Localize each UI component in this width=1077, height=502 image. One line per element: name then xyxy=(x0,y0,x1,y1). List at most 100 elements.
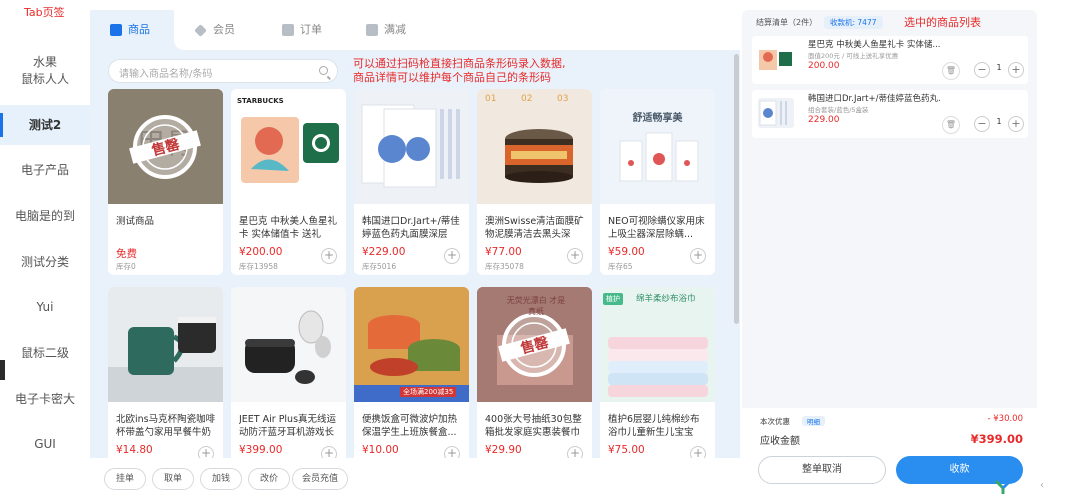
promo-badge: 全场满200减35 xyxy=(400,387,457,397)
svg-text:02: 02 xyxy=(521,94,532,104)
product-card[interactable]: 舒适畅享美 NEO可视除螨仪家用床上吸尘器深层除螨... ¥59.00 库存65… xyxy=(600,89,715,275)
product-name: NEO可视除螨仪家用床上吸尘器深层除螨... xyxy=(608,216,705,240)
sidebar-marker xyxy=(0,360,5,380)
hold-order-button[interactable]: 挂单 xyxy=(104,468,146,490)
product-image: 甲骨 售罄 xyxy=(108,89,223,204)
search-input[interactable]: 请输入商品名称/条码 xyxy=(108,59,338,83)
brand-label: STARBUCKS xyxy=(237,97,284,105)
product-card[interactable]: 全场满200减35 便携饭盒可微波炉加热保温学生上班族餐盒... ¥10.00 … xyxy=(354,287,469,473)
discount-label: 本次优惠 xyxy=(760,417,790,426)
cart-panel: 结算清单（2件） 收款机: 7477 选中的商品列表 星巴克 中秋美人鱼星礼卡 … xyxy=(742,10,1037,502)
category-item[interactable]: GUI xyxy=(0,424,90,464)
product-image: STARBUCKS xyxy=(231,89,346,204)
cart-item[interactable]: 韩国进口Dr.Jart+/蒂佳婷蓝色药丸... 组合套装/蓝色/5盒装 229.… xyxy=(752,90,1028,138)
product-price: ¥399.00 xyxy=(239,444,283,456)
tab-discount[interactable]: 满减 xyxy=(366,10,446,50)
tab-label: 满减 xyxy=(384,23,406,36)
cancel-order-button[interactable]: 整单取消 xyxy=(758,456,886,484)
product-card[interactable]: 无荧光漂白 才是真纸 售罄 400张大号抽纸30包整箱批发家庭实惠装餐巾纸家..… xyxy=(477,287,592,473)
product-price: 免费 xyxy=(116,248,137,260)
product-stock: 库存5016 xyxy=(362,262,397,271)
product-card[interactable]: STARBUCKS 星巴克 中秋美人鱼星礼卡 实体储值卡 送礼礼... ¥200… xyxy=(231,89,346,275)
add-to-cart-button[interactable]: + xyxy=(690,248,706,264)
product-card[interactable]: 01 02 03 澳洲Swisse清洁面膜矿物泥膜清洁去黑头深层... ¥77.… xyxy=(477,89,592,275)
cart-item-sub: 组合套装/蓝色/5盒装 xyxy=(808,106,869,114)
scan-note: 可以通过扫码枪直接扫商品条形码录入数据, 商品详情可以维护每个商品自己的条形码 xyxy=(353,57,566,85)
cart-item[interactable]: 星巴克 中秋美人鱼星礼卡 实体储... 面值200元 / 可线上送礼享优惠 20… xyxy=(752,36,1028,84)
product-name: 400张大号抽纸30包整箱批发家庭实惠装餐巾纸家... xyxy=(485,414,582,438)
cart-item-price: 229.00 xyxy=(808,115,840,125)
tab-products[interactable]: 商品 xyxy=(90,10,174,50)
product-price: ¥59.00 xyxy=(608,246,645,258)
cart-item-image xyxy=(758,98,794,128)
category-item-active[interactable]: 测试2 xyxy=(0,105,90,145)
product-card[interactable]: 甲骨 售罄 测试商品 免费 库存0 xyxy=(108,89,223,275)
product-price: ¥29.90 xyxy=(485,444,522,456)
product-image: 舒适畅享美 xyxy=(600,89,715,204)
action-bar: 挂单 取单 加钱 改价 会员充值 xyxy=(90,458,740,502)
product-price: ¥75.00 xyxy=(608,444,645,456)
decrease-qty-button[interactable]: − xyxy=(974,62,990,78)
cart-item-qty: 1 xyxy=(996,63,1002,72)
product-name: 韩国进口Dr.Jart+/蒂佳婷蓝色药丸面膜深层补... xyxy=(362,216,460,240)
add-to-cart-button[interactable]: + xyxy=(444,248,460,264)
category-item[interactable]: 电脑是的到 xyxy=(0,196,90,236)
decrease-qty-button[interactable]: − xyxy=(974,116,990,132)
product-stock: 库存13958 xyxy=(239,262,278,271)
change-price-button[interactable]: 改价 xyxy=(248,468,290,490)
trash-icon[interactable]: 🗑 xyxy=(942,116,960,134)
increase-qty-button[interactable]: + xyxy=(1008,62,1024,78)
chevron-left-icon[interactable]: ‹ xyxy=(1040,480,1070,500)
retrieve-order-button[interactable]: 取单 xyxy=(152,468,194,490)
cart-item-name: 星巴克 中秋美人鱼星礼卡 实体储... xyxy=(808,40,940,50)
product-price: ¥229.00 xyxy=(362,246,406,258)
product-image xyxy=(354,89,469,204)
scan-note-line: 可以通过扫码枪直接扫商品条形码录入数据, xyxy=(353,57,566,70)
product-card[interactable]: JEET Air Plus真无线运动防汗蓝牙耳机游戏长续... ¥399.00 … xyxy=(231,287,346,473)
product-image: 01 02 03 xyxy=(477,89,592,204)
category-item[interactable]: 鼠标人人 xyxy=(0,59,90,99)
product-card[interactable]: 韩国进口Dr.Jart+/蒂佳婷蓝色药丸面膜深层补... ¥229.00 库存5… xyxy=(354,89,469,275)
add-amount-button[interactable]: 加钱 xyxy=(200,468,242,490)
category-item[interactable]: 测试分类 xyxy=(0,242,90,282)
cart-title: 结算清单（2件） xyxy=(756,18,818,27)
tab-order[interactable]: 订单 xyxy=(282,10,362,50)
category-item[interactable]: 电子产品 xyxy=(0,150,90,190)
cart-item-qty: 1 xyxy=(996,117,1002,126)
shop-icon xyxy=(110,24,122,36)
search-icon[interactable] xyxy=(319,66,328,75)
order-icon xyxy=(282,24,294,36)
add-to-cart-button[interactable]: + xyxy=(321,248,337,264)
add-to-cart-button[interactable]: + xyxy=(567,248,583,264)
category-item[interactable]: 鼠标二级 xyxy=(0,333,90,373)
trash-icon[interactable]: 🗑 xyxy=(942,62,960,80)
product-card[interactable]: 植护 绵羊柔纱布浴巾 植护6层婴儿纯棉纱布浴巾儿童新生儿宝宝浴... ¥75.0… xyxy=(600,287,715,473)
product-image xyxy=(108,287,223,402)
category-sidebar: Tab页签 水果 鼠标人人 测试2 电子产品 电脑是的到 测试分类 Yui 鼠标… xyxy=(0,0,90,502)
category-item[interactable]: Yui xyxy=(0,287,90,327)
product-name: 便携饭盒可微波炉加热保温学生上班族餐盒... xyxy=(362,414,458,438)
product-image: 全场满200减35 xyxy=(354,287,469,402)
product-stock: 库存65 xyxy=(608,262,633,271)
product-price: ¥10.00 xyxy=(362,444,399,456)
product-image xyxy=(231,287,346,402)
product-image: 无荧光漂白 才是真纸 售罄 xyxy=(477,287,592,402)
product-name: 北欧ins马克杯陶瓷咖啡杯带盖勺家用早餐牛奶杯... xyxy=(116,414,216,438)
cart-item-name: 韩国进口Dr.Jart+/蒂佳婷蓝色药丸... xyxy=(808,94,940,104)
tab-label: 订单 xyxy=(300,23,322,36)
receivable-value: ¥399.00 xyxy=(970,432,1023,446)
product-card[interactable]: 北欧ins马克杯陶瓷咖啡杯带盖勺家用早餐牛奶杯... ¥14.80 + xyxy=(108,287,223,473)
product-stock: 库存0 xyxy=(116,262,136,271)
increase-qty-button[interactable]: + xyxy=(1008,116,1024,132)
category-item[interactable]: 电子卡密大 xyxy=(0,379,90,419)
discount-detail-tag[interactable]: 明细 xyxy=(802,416,825,426)
discount-icon xyxy=(366,24,378,36)
cart-item-sub: 面值200元 / 可线上送礼享优惠 xyxy=(808,52,899,60)
product-scrollbar[interactable] xyxy=(734,54,739,324)
member-recharge-button[interactable]: 会员充值 xyxy=(292,468,348,490)
sidebar-annotation: Tab页签 xyxy=(24,6,65,19)
tab-member[interactable]: 会员 xyxy=(194,10,276,50)
cashier-badge: 收款机: 7477 xyxy=(824,16,883,29)
product-price: ¥77.00 xyxy=(485,246,522,258)
cart-item-image xyxy=(758,44,794,74)
